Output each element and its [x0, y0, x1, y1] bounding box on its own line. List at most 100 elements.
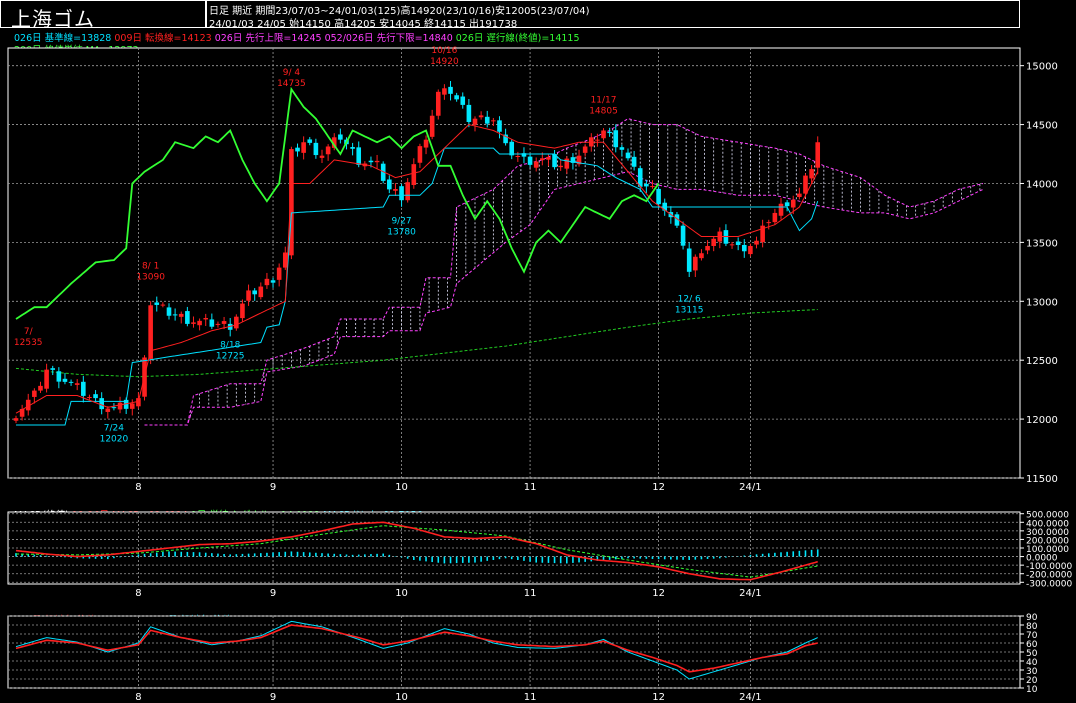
candle-body — [295, 147, 300, 152]
y-tick-label: 12000 — [1026, 415, 1058, 426]
x-tick-label: 11 — [524, 482, 537, 493]
candle-body — [472, 118, 478, 125]
candle-body — [68, 381, 74, 383]
candle-body — [656, 188, 661, 205]
candle-body — [56, 371, 62, 382]
candle-body — [754, 240, 759, 245]
annotation-value: 13090 — [136, 273, 165, 283]
candle-body — [93, 394, 98, 399]
candle-body — [631, 156, 637, 167]
candle-body — [705, 245, 710, 251]
candle-body — [393, 189, 398, 191]
candle-body — [172, 314, 178, 316]
candle-body — [429, 115, 435, 137]
x-tick-label: 10 — [395, 588, 408, 599]
candle-body — [185, 311, 190, 324]
y-tick-label: 14000 — [1026, 179, 1058, 190]
x-tick-label: 10 — [395, 692, 408, 703]
candle-body — [178, 313, 184, 317]
annotation-value: 14735 — [277, 79, 306, 89]
candle-body — [540, 158, 545, 161]
candle-body — [435, 91, 441, 116]
candle-body — [258, 286, 264, 298]
candle-body — [515, 155, 521, 157]
y-tick-label: 13000 — [1026, 297, 1058, 308]
candle-body — [221, 321, 227, 324]
x-tick-label: 24/1 — [739, 588, 761, 599]
candle-body — [772, 212, 778, 223]
candle-body — [809, 169, 814, 179]
candle-body — [815, 142, 821, 168]
x-tick-label: 11 — [524, 588, 537, 599]
annotation-date: 10/16 — [431, 46, 457, 56]
y-tick-label: 15000 — [1026, 62, 1058, 73]
y-tick-label: 14500 — [1026, 121, 1058, 132]
candle-body — [497, 120, 502, 132]
candle-body — [405, 182, 410, 201]
y-tick-label: 30 — [1026, 667, 1038, 677]
candle-body — [356, 147, 362, 165]
annotation-value: 12725 — [216, 352, 245, 362]
x-tick-label: 9 — [270, 482, 276, 493]
candle-body — [478, 115, 484, 118]
candle-body — [711, 238, 716, 246]
y-tick-label: 400.0000 — [1026, 519, 1069, 529]
candle-body — [319, 155, 325, 158]
candle-body — [166, 307, 172, 316]
candle-body — [564, 158, 570, 169]
candle-body — [533, 161, 539, 168]
candle-body — [270, 280, 276, 283]
candle-body — [105, 408, 111, 412]
y-tick-label: -200.0000 — [1026, 571, 1072, 581]
annotation-date: 8/ 1 — [142, 262, 159, 272]
candle-body — [209, 319, 215, 327]
annotation-value: 14805 — [589, 107, 618, 117]
candle-body — [607, 131, 612, 134]
candle-body — [442, 88, 447, 95]
candle-body — [307, 139, 313, 143]
candle-body — [448, 86, 453, 94]
y-tick-label: 13500 — [1026, 238, 1058, 249]
candle-body — [44, 369, 49, 389]
candle-body — [417, 146, 423, 163]
candle-body — [411, 164, 417, 186]
candle-body — [191, 322, 196, 324]
candle-body — [790, 199, 796, 208]
candle-body — [509, 141, 515, 156]
candle-body — [74, 383, 80, 385]
candle-body — [129, 403, 135, 409]
x-tick-label: 24/1 — [739, 692, 761, 703]
candle-body — [423, 139, 429, 148]
candle-body — [50, 368, 56, 370]
annotation-value: 12020 — [100, 435, 129, 445]
candle-body — [613, 130, 619, 148]
candle-body — [38, 385, 43, 391]
annotation-date: 7/ — [24, 327, 34, 337]
candle-body — [13, 418, 19, 421]
candle-body — [693, 256, 698, 271]
candle-body — [387, 179, 392, 190]
x-tick-label: 9 — [270, 692, 276, 703]
panel-frame — [7, 47, 1021, 479]
candle-body — [784, 202, 790, 207]
y-tick-label: 100.0000 — [1026, 545, 1069, 555]
candle-body — [735, 241, 741, 245]
candle-body — [32, 390, 37, 397]
x-tick-label: 12 — [652, 692, 665, 703]
candle-body — [234, 316, 239, 329]
x-tick-label: 8 — [135, 692, 141, 703]
y-tick-label: 200.0000 — [1026, 536, 1069, 546]
candle-body — [374, 160, 380, 163]
candle-body — [87, 397, 92, 399]
candle-body — [484, 116, 490, 124]
candle-body — [527, 156, 533, 165]
candle-body — [595, 139, 600, 141]
candle-body — [558, 165, 563, 168]
y-tick-label: 60 — [1026, 640, 1038, 650]
candle-body — [160, 304, 166, 306]
candle-body — [111, 407, 117, 409]
candle-body — [778, 203, 784, 216]
y-tick-label: -300.0000 — [1026, 579, 1072, 589]
candle-body — [62, 378, 68, 382]
candle-body — [644, 183, 649, 187]
